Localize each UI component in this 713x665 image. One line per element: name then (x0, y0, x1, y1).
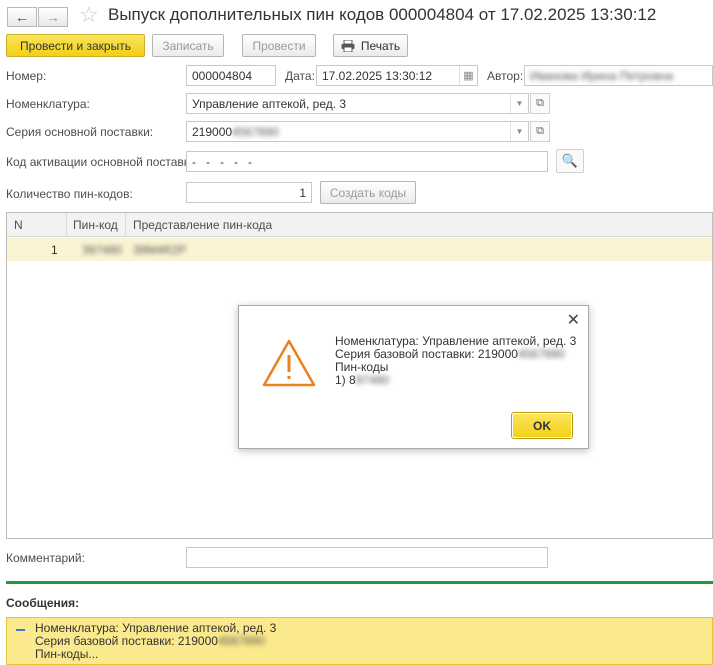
save-button[interactable]: Записать (152, 34, 224, 57)
calendar-icon[interactable]: ▦ (459, 66, 477, 85)
column-representation[interactable]: Представление пин-кода (133, 218, 272, 232)
open-window-icon: ⧉ (536, 125, 544, 137)
date-value: 17.02.2025 13:30:12 (322, 69, 433, 83)
date-field[interactable]: 17.02.2025 13:30:12 ▦ (316, 65, 478, 86)
save-label: Записать (162, 38, 214, 53)
series-value-hidden: 4567890 (232, 125, 279, 139)
dialog-series-visible: Серия базовой поставки: 219000 (335, 347, 518, 361)
dialog-line-pin: 1) 897480 (335, 374, 576, 387)
count-label: Количество пин-кодов: (6, 187, 133, 201)
message-series-visible: Серия базовой поставки: 219000 (35, 634, 218, 648)
series-field[interactable]: 2190004567890 ▼ (186, 121, 529, 142)
series-label: Серия основной поставки: (6, 125, 154, 139)
row-pin: 397480 (82, 243, 123, 257)
dialog-pin-hidden: 97480 (355, 373, 390, 387)
print-button[interactable]: Печать (333, 34, 408, 57)
ok-label: OK (533, 418, 551, 433)
create-codes-label: Создать коды (329, 185, 407, 200)
post-label: Провести (252, 38, 306, 53)
post-and-close-button[interactable]: Провести и закрыть (6, 34, 145, 57)
close-icon[interactable]: ✕ (567, 310, 580, 330)
nomenclature-field[interactable]: Управление аптекой, ред. 3 ▼ (186, 93, 529, 114)
activation-field[interactable]: - - - - - (186, 151, 548, 172)
forward-button[interactable]: → (38, 7, 68, 27)
chevron-down-icon[interactable]: ▼ (510, 122, 528, 141)
author-value: Иванова Ирина Петровна (530, 69, 674, 83)
open-nomenclature-button[interactable]: ⧉ (530, 93, 550, 114)
row-number: 1 (51, 243, 58, 257)
messages-separator (6, 581, 713, 584)
activation-value: - - - - - (192, 155, 252, 169)
table-row[interactable]: 1 397480 39M4R2P (7, 238, 712, 261)
comment-label: Комментарий: (6, 551, 85, 565)
warning-dialog: ✕ Номенклатура: Управление аптекой, ред.… (238, 305, 589, 449)
messages-panel[interactable]: Номенклатура: Управление аптекой, ред. 3… (6, 617, 713, 665)
back-button[interactable]: ← (7, 7, 37, 27)
number-value: 000004804 (192, 69, 253, 83)
chevron-down-icon[interactable]: ▼ (510, 94, 528, 113)
activation-label: Код активации основной поставки: (6, 155, 200, 169)
create-codes-button[interactable]: Создать коды (320, 181, 416, 204)
number-label: Номер: (6, 69, 47, 83)
table-header: N Пин-код Представление пин-кода (7, 213, 712, 237)
print-label: Печать (360, 38, 401, 53)
messages-header: Сообщения: (6, 596, 80, 610)
comment-field[interactable] (186, 547, 548, 568)
arrow-right-icon: → (46, 9, 60, 25)
author-label: Автор: (487, 69, 524, 83)
row-representation: 39M4R2P (133, 243, 187, 257)
nomenclature-label: Номенклатура: (6, 97, 90, 111)
search-icon: 🔍 (561, 153, 579, 168)
post-button[interactable]: Провести (242, 34, 316, 57)
column-pin[interactable]: Пин-код (73, 218, 118, 232)
number-field[interactable]: 000004804 (186, 65, 276, 86)
arrow-left-icon: ← (15, 9, 29, 25)
dialog-pin-visible: 1) 8 (335, 373, 356, 387)
column-separator (66, 213, 67, 237)
message-marker-icon (16, 629, 25, 631)
author-field[interactable]: Иванова Ирина Петровна (524, 65, 713, 86)
open-window-icon: ⧉ (536, 97, 544, 109)
message-line-pincodes: Пин-коды... (35, 647, 99, 661)
search-button[interactable]: 🔍 (556, 149, 584, 173)
ok-button[interactable]: OK (511, 412, 573, 439)
printer-icon (341, 39, 355, 52)
dialog-series-hidden: 4567890 (517, 347, 565, 361)
message-text: Номенклатура: Управление аптекой, ред. 3… (35, 622, 276, 661)
column-n[interactable]: N (14, 218, 23, 232)
series-value: 219000 (192, 125, 233, 139)
favorite-star-icon[interactable]: ☆ (79, 3, 99, 27)
open-series-button[interactable]: ⧉ (530, 121, 550, 142)
window-title: Выпуск дополнительных пин кодов 00000480… (108, 5, 657, 24)
warning-icon (262, 339, 316, 387)
date-label: Дата: (285, 69, 315, 83)
message-series-hidden: 4567890 (217, 634, 265, 648)
count-value: 1 (299, 186, 306, 200)
column-separator (125, 213, 126, 237)
dialog-message: Номенклатура: Управление аптекой, ред. 3… (335, 335, 576, 387)
nomenclature-value: Управление аптекой, ред. 3 (192, 97, 347, 111)
post-and-close-label: Провести и закрыть (20, 38, 131, 53)
count-field[interactable]: 1 (186, 182, 312, 203)
